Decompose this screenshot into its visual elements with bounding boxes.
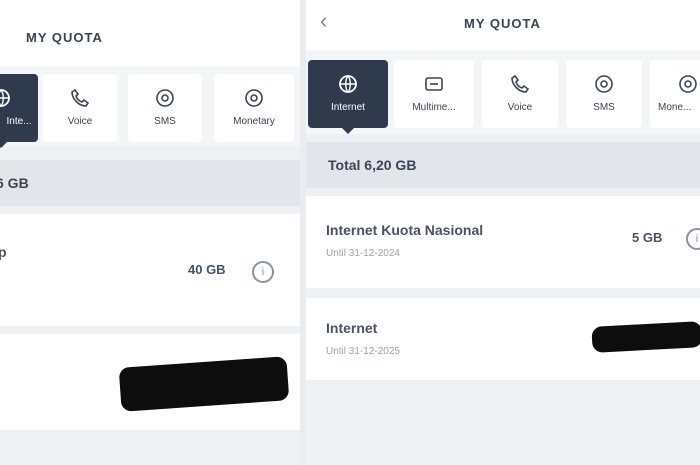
tab-label: SMS <box>154 116 176 127</box>
quota-item-expiry: Until 31-12-2024 <box>326 248 400 259</box>
tab-label: Monetary <box>233 116 275 127</box>
page-title: MY QUOTA <box>464 16 541 31</box>
tab-label: Multime... <box>412 102 456 113</box>
tab-label: Internet <box>331 102 365 113</box>
left-tab-bar: Inte... Voice SMS Monetary <box>0 66 300 148</box>
tab-label: SMS <box>593 102 615 113</box>
coin-icon <box>245 89 263 107</box>
quota-item-name: Internet <box>326 320 378 336</box>
tab-monetary[interactable]: Mone... <box>650 60 700 128</box>
tab-internet[interactable]: Inte... <box>0 74 38 148</box>
total-label: Total 6,20 GB <box>328 157 417 173</box>
tab-sms[interactable]: SMS <box>566 60 642 128</box>
info-icon[interactable]: i <box>252 261 274 283</box>
tab-voice[interactable]: Voice <box>43 74 117 142</box>
quota-item-name: p <box>0 244 7 260</box>
tab-label: Mone... <box>658 102 692 113</box>
redaction-mark <box>591 321 700 353</box>
media-icon <box>425 77 443 91</box>
at-sign-icon <box>156 89 174 107</box>
tab-monetary[interactable]: Monetary <box>214 74 294 142</box>
phone-icon <box>511 74 530 93</box>
left-quota-panel: MY QUOTA Inte... Voice SMS Monetary GB p… <box>0 0 300 465</box>
quota-item[interactable]: p 40 GB i <box>0 214 300 326</box>
quota-item[interactable]: Internet Kuota Nasional Until 31-12-2024… <box>306 196 700 288</box>
coin-icon <box>679 75 697 93</box>
total-bar: Total 6,20 GB <box>306 142 700 188</box>
quota-item-expiry: Until 31-12-2025 <box>326 346 400 357</box>
total-label: 6 GB <box>0 175 29 191</box>
total-bar: 6 GB <box>0 160 300 206</box>
quota-item[interactable]: Internet Until 31-12-2025 <box>306 298 700 380</box>
quota-item-amount: 40 GB <box>188 262 226 277</box>
quota-item-amount: 5 GB <box>632 230 663 245</box>
tab-label: Inte... <box>6 116 32 127</box>
quota-item[interactable] <box>0 334 300 430</box>
globe-icon <box>0 89 10 107</box>
info-icon[interactable]: i <box>686 228 700 250</box>
tab-multimedia[interactable]: Multime... <box>394 60 474 128</box>
left-header: MY QUOTA <box>0 0 300 66</box>
back-chevron-icon[interactable]: ‹ <box>320 10 327 32</box>
right-quota-panel: ‹ MY QUOTA Internet Multime... Voice SMS… <box>306 0 700 465</box>
right-tab-bar: Internet Multime... Voice SMS Mone... <box>306 50 700 134</box>
phone-icon <box>71 88 90 107</box>
quota-item-name: Internet Kuota Nasional <box>326 222 484 238</box>
tab-label: Voice <box>507 102 533 113</box>
page-title: MY QUOTA <box>26 30 103 45</box>
tab-sms[interactable]: SMS <box>128 74 202 142</box>
tab-internet[interactable]: Internet <box>308 60 388 134</box>
redaction-mark <box>118 356 290 412</box>
at-sign-icon <box>595 75 613 93</box>
globe-icon <box>339 75 357 93</box>
tab-label: Voice <box>67 116 93 127</box>
tab-voice[interactable]: Voice <box>482 60 558 128</box>
